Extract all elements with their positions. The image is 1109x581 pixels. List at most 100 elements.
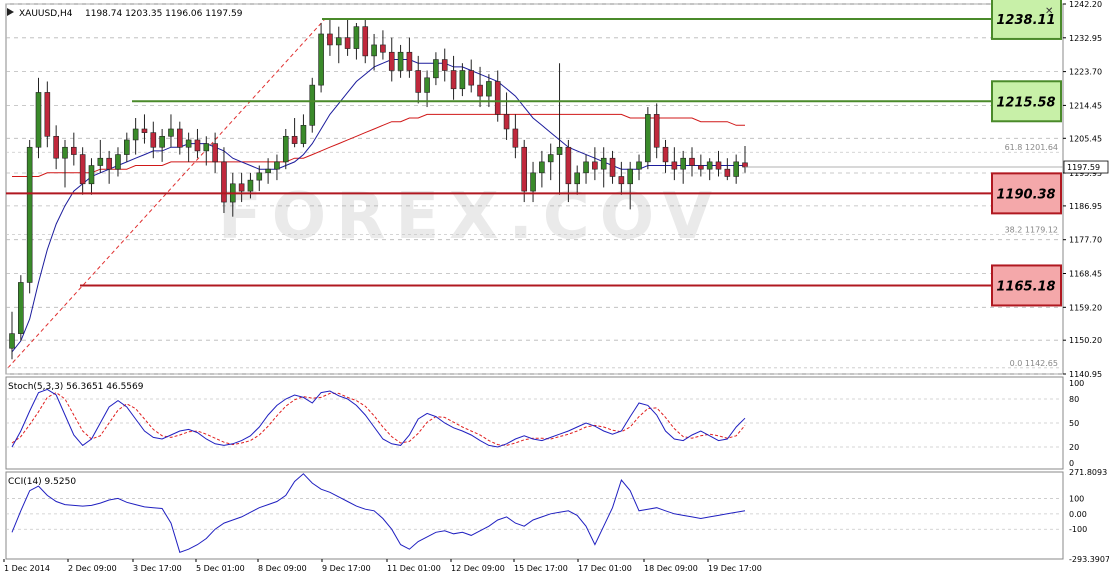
candle-body [618, 176, 625, 185]
cci-tick-label: 271.8093 [1069, 468, 1107, 477]
time-tick-label: 15 Dec 17:00 [514, 564, 568, 573]
candle-body [627, 168, 633, 185]
time-tick-label: 11 Dec 01:00 [387, 564, 441, 573]
candle-body [18, 282, 24, 334]
stoch-tick-label: 100 [1069, 379, 1084, 388]
candle-body [124, 139, 130, 155]
candle-body [362, 26, 369, 57]
close-icon[interactable]: ✕ [1045, 6, 1053, 17]
support-level-label: 1190.38 [996, 187, 1055, 202]
candle-body [115, 154, 121, 170]
time-tick-label: 2 Dec 09:00 [68, 564, 117, 573]
candle-body [539, 161, 545, 174]
candle-body [212, 143, 218, 163]
candle-body [309, 84, 316, 126]
candle-body [433, 59, 439, 79]
candle-body [715, 161, 722, 170]
price-tick-label: 1232.95 [1069, 34, 1102, 43]
candle-body [680, 157, 686, 170]
current-price-label: 1197.59 [1067, 163, 1100, 172]
candle-body [106, 157, 112, 170]
cci-tick-label: 0.00 [1069, 510, 1087, 519]
ohlc-values: 1198.74 1203.35 1196.06 1197.59 [85, 9, 243, 19]
time-tick-label: 8 Dec 09:00 [258, 564, 307, 573]
candle-body [662, 146, 669, 163]
fibo-label: 38.2 1179.12 [1005, 226, 1058, 235]
candle-body [176, 128, 183, 148]
candle-body [35, 92, 42, 148]
candle-body [486, 81, 492, 97]
candle-body [609, 157, 616, 177]
candle-body [556, 146, 563, 155]
candle-body [26, 146, 33, 283]
cci-label: CCI(14) 9.5250 [8, 477, 76, 487]
candle-body [291, 135, 298, 144]
cci-tick-label: -100 [1069, 525, 1087, 534]
watermark-text: FOREX.COV [218, 180, 722, 254]
candle-body [97, 157, 104, 166]
candle-body [397, 51, 404, 71]
stoch-tick-label: 80 [1069, 395, 1079, 404]
candle-body [698, 165, 704, 170]
candle-body [71, 146, 77, 155]
time-tick-label: 3 Dec 17:00 [133, 564, 182, 573]
candle-body [441, 59, 448, 71]
price-tick-label: 1186.95 [1069, 202, 1102, 211]
time-tick-label: 17 Dec 01:00 [578, 564, 632, 573]
candle-body [150, 132, 157, 148]
fibo-label: 61.8 1201.64 [1005, 143, 1058, 152]
candle-body [256, 172, 263, 181]
candle-body [424, 77, 430, 93]
candle-body [600, 157, 607, 170]
candle-body [318, 33, 324, 86]
stoch-tick-label: 0 [1069, 459, 1074, 468]
candle-body [450, 70, 457, 90]
candle-body [353, 26, 360, 49]
candle-body [689, 157, 695, 166]
candle-body [521, 146, 528, 192]
candle-body [742, 162, 748, 168]
candle-body [592, 161, 598, 170]
candle-body [300, 125, 307, 144]
candle-body [159, 135, 165, 148]
cci-tick-label: 100 [1069, 494, 1084, 503]
candle-body [503, 114, 510, 130]
candle-body [671, 161, 678, 170]
candle-body [238, 183, 245, 192]
candle-body [380, 44, 386, 53]
time-tick-label: 1 Dec 2014 [4, 564, 50, 573]
candle-body [415, 70, 422, 93]
candle-body [512, 128, 519, 148]
candle-body [344, 37, 351, 49]
chart-window: FOREX.COV 61.8 1201.64 38.2 1179.12 0.0 11… [0, 0, 1109, 577]
stoch-tick-label: 20 [1069, 443, 1079, 452]
candle-body [371, 44, 377, 57]
time-tick-label: 18 Dec 09:00 [644, 564, 698, 573]
candle-body [565, 146, 572, 185]
candle-body [168, 128, 174, 137]
price-tick-label: 1150.20 [1069, 336, 1102, 345]
candle-body [653, 114, 660, 148]
candle-body [459, 70, 466, 90]
candle-body [247, 179, 254, 192]
candle-body [53, 135, 59, 159]
candle-body [132, 128, 139, 141]
candle-body [706, 161, 713, 170]
candle-body [265, 168, 271, 174]
symbol-header: XAUUSD,H4 [19, 9, 73, 19]
candle-body [335, 37, 342, 46]
candle-body [274, 161, 280, 170]
price-tick-label: 1242.20 [1069, 0, 1102, 9]
candle-body [203, 143, 210, 152]
fibo-label: 0.0 1142.65 [1010, 359, 1058, 368]
price-tick-label: 1140.95 [1069, 370, 1102, 379]
candle-body [88, 165, 95, 185]
candlestick-chart[interactable]: FOREX.COV 61.8 1201.64 38.2 1179.12 0.0 11… [0, 0, 1109, 577]
support-level-label: 1165.18 [996, 279, 1055, 294]
candle-body [494, 81, 501, 115]
candle-body [62, 146, 68, 159]
candle-body [583, 161, 589, 174]
price-tick-label: 1223.70 [1069, 68, 1102, 77]
candle-body [9, 333, 15, 349]
price-tick-label: 1168.45 [1069, 270, 1102, 279]
